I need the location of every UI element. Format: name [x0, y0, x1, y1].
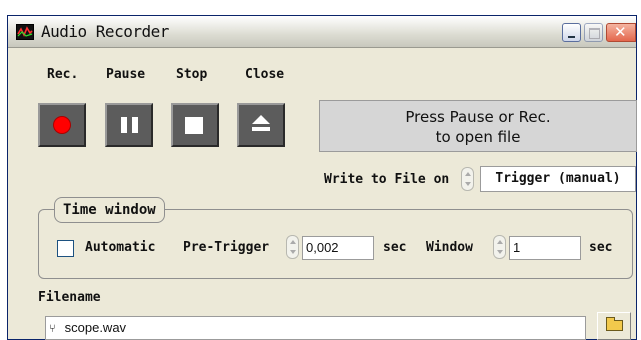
scope-wave-icon: [16, 24, 34, 40]
record-icon: [53, 116, 71, 134]
filename-label: Filename: [38, 290, 101, 305]
close-file-button[interactable]: [237, 103, 285, 147]
window-unit: sec: [589, 240, 613, 255]
stop-icon: [185, 117, 203, 134]
pre-trigger-label: Pre-Trigger: [183, 240, 270, 255]
write-to-file-ring-arrows[interactable]: [461, 167, 474, 191]
status-message: Press Pause or Rec. to open file: [319, 100, 637, 152]
browse-button[interactable]: [597, 312, 631, 340]
filename-field[interactable]: ⑂ scope.wav: [45, 316, 586, 340]
pre-trigger-input[interactable]: 0,002: [302, 236, 374, 260]
pre-trigger-stepper[interactable]: [286, 235, 299, 259]
pause-button[interactable]: [105, 103, 153, 147]
maximize-icon[interactable]: [584, 23, 603, 42]
path-icon: ⑂: [49, 322, 56, 335]
window-input[interactable]: 1: [509, 236, 581, 260]
minimize-icon[interactable]: [562, 23, 581, 42]
title-bar[interactable]: Audio Recorder: [8, 16, 636, 48]
window-stepper[interactable]: [493, 235, 506, 259]
stop-label: Stop: [176, 67, 208, 82]
stop-button[interactable]: [171, 103, 219, 147]
pre-trigger-unit: sec: [383, 240, 407, 255]
close-label: Close: [245, 67, 285, 82]
window-label: Window: [426, 240, 473, 255]
audio-recorder-window: Audio Recorder Rec. Pause Stop Close Pre…: [7, 15, 637, 340]
time-window-title: Time window: [54, 197, 165, 223]
write-to-file-label: Write to File on: [324, 172, 450, 187]
write-to-file-selector[interactable]: Trigger (manual): [480, 166, 636, 192]
pause-label: Pause: [106, 67, 146, 82]
folder-icon: [606, 317, 623, 331]
status-line-1: Press Pause or Rec.: [405, 108, 551, 126]
rec-label: Rec.: [47, 67, 79, 82]
window-title: Audio Recorder: [41, 22, 169, 41]
status-line-2: to open file: [435, 128, 521, 146]
automatic-label: Automatic: [85, 240, 156, 255]
rec-button[interactable]: [38, 103, 86, 147]
filename-value: scope.wav: [64, 320, 127, 335]
automatic-checkbox[interactable]: [57, 240, 74, 257]
close-icon[interactable]: [606, 23, 636, 42]
